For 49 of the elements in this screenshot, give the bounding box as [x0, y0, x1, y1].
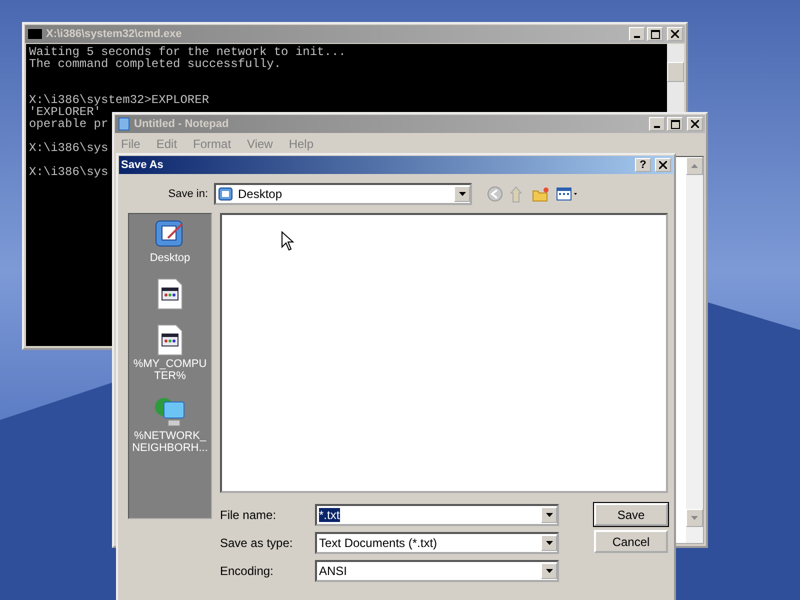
places-item[interactable]: %NETWORK_NEIGHBORH...: [131, 396, 209, 454]
dropdown-field[interactable]: Text Documents (*.txt): [315, 532, 559, 554]
field-label: File name:: [220, 508, 278, 522]
dialog-title: Save As: [121, 159, 164, 171]
views-menu-icon[interactable]: [556, 186, 580, 202]
mouse-pointer-icon: [281, 231, 294, 251]
close-icon: [671, 30, 679, 38]
close-icon: [659, 161, 667, 169]
down-arrow-icon: [691, 516, 698, 520]
console-line: 'EXPLORER': [29, 105, 102, 119]
dropdown-field[interactable]: ANSI: [315, 560, 559, 582]
notepad-icon: [117, 117, 131, 131]
dropdown-field[interactable]: *.txt: [315, 504, 559, 526]
places-item[interactable]: Desktop: [131, 218, 209, 264]
close-button[interactable]: [655, 158, 671, 172]
console-line: Waiting 5 seconds for the network to init...: [29, 45, 346, 59]
console-icon: [27, 28, 43, 40]
desktop-icon: [218, 186, 234, 202]
field-label: Save as type:: [220, 536, 294, 550]
menu-item[interactable]: Help: [288, 137, 314, 151]
network-computer-icon: [154, 396, 186, 428]
up-arrow-icon: [691, 164, 698, 168]
help-button[interactable]: ?: [635, 158, 651, 172]
close-icon: [691, 120, 699, 128]
places-item[interactable]: %MY_COMPUTER%: [131, 324, 209, 382]
menu-item[interactable]: View: [247, 137, 273, 151]
save-in-label: Save in:: [167, 188, 209, 200]
maximize-icon: [670, 120, 680, 128]
dialog-button[interactable]: Save: [594, 503, 668, 526]
scrollbar[interactable]: [686, 157, 703, 543]
console-line: X:\i386\sys: [29, 141, 108, 155]
maximize-icon: [650, 30, 660, 38]
document-icon: [157, 278, 183, 310]
scroll-down-button[interactable]: [686, 509, 703, 527]
console-line: X:\i386\sys: [29, 165, 108, 179]
console-line: The command completed successfully.: [29, 57, 282, 71]
document-icon: [157, 324, 183, 356]
scroll-up-button[interactable]: [686, 157, 703, 175]
save-in-dropdown[interactable]: Desktop: [214, 183, 472, 205]
field-label: Encoding:: [220, 564, 274, 578]
window-title: Untitled - Notepad: [134, 118, 230, 130]
dialog-button[interactable]: Cancel: [594, 530, 668, 553]
back-icon[interactable]: [486, 185, 504, 203]
menu-item[interactable]: Format: [193, 137, 232, 151]
window-title: X:\i386\system32\cmd.exe: [46, 28, 183, 40]
menu-item[interactable]: File: [121, 137, 140, 151]
console-line: operable pr: [29, 117, 108, 131]
console-line: X:\i386\system32>EXPLORER: [29, 93, 210, 107]
menu-item[interactable]: Edit: [156, 137, 178, 151]
